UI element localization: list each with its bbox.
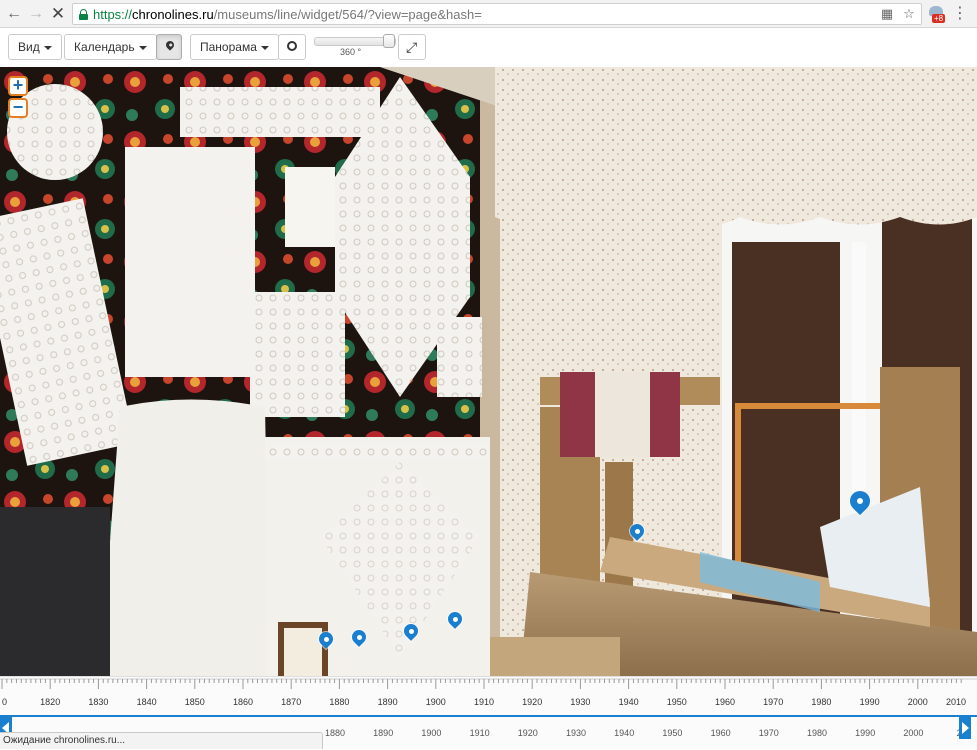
timeline-year-label-secondary: 1970 bbox=[759, 728, 779, 738]
timeline-year-label: 2010 bbox=[946, 697, 966, 707]
fov-slider-handle[interactable] bbox=[383, 34, 395, 48]
timeline-year-label-secondary: 1910 bbox=[470, 728, 490, 738]
timeline-year-label-secondary: 1960 bbox=[711, 728, 731, 738]
timeline-year-label-secondary: 1920 bbox=[518, 728, 538, 738]
timeline-year-label-secondary: 1890 bbox=[373, 728, 393, 738]
fov-slider-value: 360 ° bbox=[340, 47, 362, 57]
timeline-year-label: 1820 bbox=[40, 697, 60, 707]
timeline-year-label-secondary: 2000 bbox=[903, 728, 923, 738]
hotspot-marker[interactable] bbox=[627, 521, 647, 541]
timeline-year-label: 1850 bbox=[185, 697, 205, 707]
timeline-year-label: 1990 bbox=[860, 697, 880, 707]
timeline-year-label-secondary: 1900 bbox=[421, 728, 441, 738]
timeline-year-label: 1910 bbox=[474, 697, 494, 707]
panorama-viewer[interactable]: + − bbox=[0, 67, 977, 676]
timeline-year-label: 1950 bbox=[667, 697, 687, 707]
timeline-year-label: 1870 bbox=[281, 697, 301, 707]
forward-arrow-icon[interactable]: → bbox=[26, 4, 46, 24]
view-dropdown-label: Вид bbox=[18, 40, 40, 54]
app-toolbar: Вид Календарь Панорама ⤢ bbox=[0, 28, 977, 67]
hotspot-marker[interactable] bbox=[445, 609, 465, 629]
timeline-year-label: 1940 bbox=[619, 697, 639, 707]
zoom-out-button[interactable]: − bbox=[8, 98, 28, 118]
star-icon[interactable]: ☆ bbox=[901, 6, 917, 22]
timeline-year-label: 1900 bbox=[426, 697, 446, 707]
timeline-year-label: 1920 bbox=[522, 697, 542, 707]
browser-chrome: ← → ✕ https://chronolines.ru/museums/lin… bbox=[0, 0, 977, 28]
timeline-year-label-secondary: 1880 bbox=[325, 728, 345, 738]
url-host: chronolines.ru bbox=[132, 7, 214, 22]
hotspot-marker[interactable] bbox=[316, 629, 336, 649]
back-arrow-icon[interactable]: ← bbox=[4, 4, 24, 24]
timeline-year-label-secondary: 1990 bbox=[855, 728, 875, 738]
timeline-year-label-secondary: 1930 bbox=[566, 728, 586, 738]
panorama-dropdown-label: Панорама bbox=[200, 40, 257, 54]
stop-icon[interactable]: ✕ bbox=[48, 4, 68, 24]
zoom-in-button[interactable]: + bbox=[8, 76, 28, 96]
view-dropdown-button[interactable]: Вид bbox=[8, 34, 62, 60]
browser-status-bar: Ожидание chronolines.ru... bbox=[0, 732, 323, 749]
map-pin-icon bbox=[164, 39, 176, 51]
timeline-year-label: 1860 bbox=[233, 697, 253, 707]
extension-icon[interactable]: +8 bbox=[926, 4, 948, 24]
timeline-year-label: 1960 bbox=[715, 697, 735, 707]
calendar-dropdown-label: Календарь bbox=[74, 40, 135, 54]
timeline-year-label: 1970 bbox=[763, 697, 783, 707]
address-bar[interactable]: https://chronolines.ru/museums/line/widg… bbox=[72, 3, 922, 25]
fullscreen-button[interactable]: ⤢ bbox=[398, 34, 426, 60]
timeline-year-label: 1980 bbox=[811, 697, 831, 707]
timeline-year-label: 2000 bbox=[908, 697, 928, 707]
circle-icon bbox=[287, 41, 297, 51]
timeline-year-label: 1880 bbox=[329, 697, 349, 707]
timeline-year-label-secondary: 1950 bbox=[662, 728, 682, 738]
timeline-year-label-secondary: 1980 bbox=[807, 728, 827, 738]
markers-toggle-button[interactable] bbox=[156, 34, 182, 60]
autorotate-button[interactable] bbox=[278, 34, 306, 60]
timeline-year-label: 1890 bbox=[378, 697, 398, 707]
translate-icon[interactable]: ▦ bbox=[879, 6, 895, 22]
timeline-year-label: 1930 bbox=[570, 697, 590, 707]
arrow-right-icon bbox=[962, 722, 969, 734]
panorama-image bbox=[0, 67, 977, 676]
url-text: https://chronolines.ru/museums/line/widg… bbox=[93, 7, 482, 23]
timeline-year-label: 0 bbox=[2, 697, 7, 707]
hotspot-marker[interactable] bbox=[401, 621, 421, 641]
expand-icon: ⤢ bbox=[406, 39, 418, 55]
timeline-year-label: 1840 bbox=[137, 697, 157, 707]
caret-down-icon bbox=[43, 45, 52, 50]
hotspot-marker[interactable] bbox=[349, 627, 369, 647]
timeline-year-label-secondary: 1940 bbox=[614, 728, 634, 738]
calendar-dropdown-button[interactable]: Календарь bbox=[64, 34, 157, 60]
panorama-dropdown-button[interactable]: Панорама bbox=[190, 34, 279, 60]
url-scheme: https:// bbox=[93, 7, 133, 22]
timeline-year-label: 1830 bbox=[88, 697, 108, 707]
hotspot-marker[interactable] bbox=[845, 486, 875, 516]
caret-down-icon bbox=[138, 45, 147, 50]
url-path: /museums/line/widget/564/?view=page&hash… bbox=[213, 7, 482, 22]
address-bar-actions: ▦ ☆ bbox=[879, 6, 917, 24]
timeline-next-button[interactable] bbox=[959, 717, 971, 739]
caret-down-icon bbox=[260, 45, 269, 50]
lock-icon bbox=[79, 9, 88, 20]
timeline-range-bar[interactable] bbox=[0, 715, 977, 717]
extension-badge: +8 bbox=[932, 14, 946, 23]
browser-menu-icon[interactable]: ⋮ bbox=[952, 4, 968, 24]
